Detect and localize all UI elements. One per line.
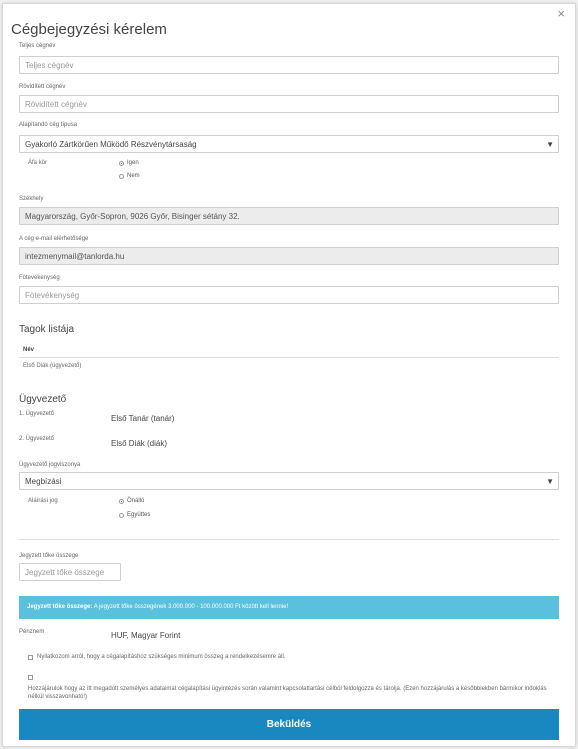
full-name-label: Teljes cégnév [19,43,56,49]
capital-label: Jegyzett tőke összege [19,553,79,559]
signature-option-solo[interactable]: Önálló [119,498,144,504]
radio-icon[interactable] [119,160,124,166]
afa-option-no-label: Nem [127,173,140,179]
signature-option-joint[interactable]: Együttes [119,512,150,518]
divider [19,357,559,358]
signature-option-joint-label: Együttes [127,512,151,518]
chevron-down-icon: ▼ [546,477,554,486]
manager-2-value: Első Diák (diák) [111,439,168,448]
signature-label: Aláírási jog [28,498,58,504]
main-activity-label: Fötevékenység [19,275,60,281]
divider [19,539,559,540]
manager-1-label: 1. Ügyvezető [19,411,55,417]
full-name-input[interactable]: Teljes cégnév [19,56,559,74]
company-type-select[interactable]: Gyakorló Zártkörűen Működő Részvénytársa… [19,135,559,153]
short-name-input[interactable]: Rövidített cégnév [19,95,559,113]
seat-field: Magyarország, Győr-Sopron, 9026 Győr, Bi… [19,207,559,225]
radio-icon[interactable] [119,498,124,504]
manager-legal-value: Megbízási [25,477,62,486]
seat-label: Székhely [19,196,44,202]
members-header-name: Név [23,347,35,353]
table-row: Első Diák (ügyvezető) [23,363,82,369]
modal-title: Cégbejegyzési kérelem [11,21,167,38]
members-title: Tagok listája [19,324,75,335]
afa-option-no[interactable]: Nem [119,173,140,179]
short-name-label: Rövidített cégnév [19,84,66,90]
radio-icon[interactable] [119,512,124,518]
currency-label: Pénznem [19,629,45,635]
afa-option-yes[interactable]: Igen [119,160,139,166]
checkbox-icon[interactable] [28,654,33,660]
company-type-value: Gyakorló Zártkörűen Működő Részvénytársa… [25,140,197,149]
info-text: A jegyzett tőke összegének 3.000.000 - 1… [92,604,289,610]
manager-1-value: Első Tanár (tanár) [111,414,175,423]
email-label: A cég e-mail elérhetősége [19,236,89,242]
consent-2-checkbox-row[interactable] [28,675,33,682]
submit-button[interactable]: Beküldés [19,709,559,740]
manager-2-label: 2. Ügyvezető [19,436,55,442]
company-type-label: Alapítandó cég típusa [19,122,78,128]
consent-2-label: Hozzájárulok hogy az itt megadott személ… [28,686,547,700]
email-field: intezmenymail@tanlorda.hu [19,247,559,265]
chevron-down-icon: ▼ [546,140,554,149]
capital-info-alert: Jegyzett tőke összege: A jegyzett tőke ö… [19,596,559,619]
close-icon[interactable]: × [557,6,565,21]
consent-1[interactable]: Nyilatkozom arról, hogy a cégalapításhoz… [28,654,285,660]
main-activity-input[interactable]: Fötevékenység [19,286,559,304]
afa-label: Áfa kör [28,160,48,166]
signature-option-solo-label: Önálló [127,498,145,504]
info-bold: Jegyzett tőke összege: [27,604,93,610]
managers-title: Ügyvezető [19,394,67,405]
manager-legal-select[interactable]: Megbízási ▼ [19,472,559,490]
capital-input[interactable]: Jegyzett tőke összege [19,563,121,581]
consent-1-label: Nyilatkozom arról, hogy a cégalapításhoz… [37,654,286,660]
afa-option-yes-label: Igen [127,160,139,166]
currency-value: HUF, Magyar Forint [111,631,181,640]
checkbox-icon[interactable] [28,675,33,680]
radio-icon[interactable] [119,173,124,179]
registration-modal: × Cégbejegyzési kérelem Teljes cégnév Te… [2,3,576,747]
manager-legal-label: Ügyvezető jogviszonya [19,462,81,468]
